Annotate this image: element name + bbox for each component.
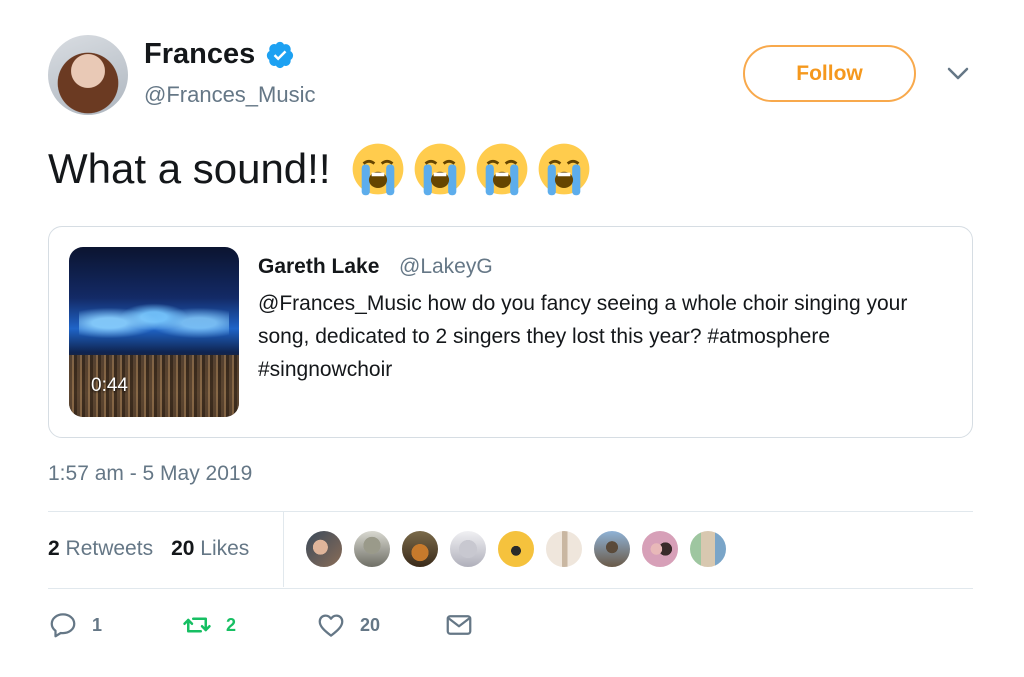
- retweets-label: Retweets: [65, 537, 154, 560]
- divider-vertical: [283, 512, 284, 587]
- author-name[interactable]: Frances: [144, 38, 255, 71]
- quoted-author-name[interactable]: Gareth Lake: [258, 255, 379, 279]
- liker-avatar[interactable]: [688, 529, 728, 569]
- liker-avatar[interactable]: [304, 529, 344, 569]
- quoted-tweet-video-thumbnail[interactable]: 0:44: [69, 247, 239, 417]
- retweet-count: 2: [226, 614, 237, 635]
- likes-count: 20: [171, 537, 195, 560]
- like-count: 20: [360, 614, 381, 635]
- retweets-stat[interactable]: 2 Retweets: [48, 537, 153, 561]
- loudly-crying-face-icon: [352, 143, 403, 196]
- tweet-timestamp[interactable]: 1:57 am - 5 May 2019: [48, 462, 252, 486]
- retweet-icon: [183, 617, 211, 633]
- loudly-crying-face-icon: [476, 143, 527, 196]
- tweet-text: What a sound!!: [48, 140, 593, 198]
- reply-icon: [50, 613, 76, 638]
- liker-avatar[interactable]: [640, 529, 680, 569]
- liker-avatar[interactable]: [592, 529, 632, 569]
- retweet-action[interactable]: 2: [182, 610, 236, 640]
- author-avatar[interactable]: [48, 35, 128, 115]
- heart-icon: [318, 614, 344, 637]
- liker-avatar[interactable]: [448, 529, 488, 569]
- quoted-tweet-card[interactable]: 0:44 Gareth Lake @LakeyG @Frances_Music …: [48, 226, 973, 438]
- divider-bottom: [48, 588, 973, 589]
- quoted-author-handle[interactable]: @LakeyG: [399, 255, 493, 279]
- liker-avatars: [304, 529, 728, 569]
- chevron-down-icon[interactable]: [946, 66, 970, 82]
- quoted-tweet-text: @Frances_Music how do you fancy seeing a…: [258, 292, 908, 381]
- likes-stat[interactable]: 20 Likes: [171, 537, 249, 561]
- reply-count: 1: [92, 614, 103, 635]
- video-duration: 0:44: [91, 375, 128, 396]
- direct-message-action[interactable]: [444, 610, 474, 640]
- liker-avatar[interactable]: [352, 529, 392, 569]
- loudly-crying-face-icon: [538, 143, 589, 196]
- author-handle[interactable]: @Frances_Music: [144, 82, 316, 108]
- liker-avatar[interactable]: [496, 529, 536, 569]
- liker-avatar[interactable]: [400, 529, 440, 569]
- emoji-row: [349, 140, 593, 198]
- stage-lights: [79, 287, 229, 347]
- reply-action[interactable]: 1: [48, 610, 102, 640]
- verified-badge-icon: [267, 41, 294, 68]
- like-action[interactable]: 20: [316, 610, 380, 640]
- envelope-icon: [446, 615, 472, 635]
- follow-button[interactable]: Follow: [743, 45, 916, 102]
- author-name-row[interactable]: Frances: [144, 38, 295, 71]
- liker-avatar[interactable]: [544, 529, 584, 569]
- divider-top: [48, 511, 973, 512]
- retweets-count: 2: [48, 537, 60, 560]
- likes-label: Likes: [200, 537, 250, 560]
- tweet-text-body: What a sound!!: [48, 145, 331, 192]
- tweet-stats: 2 Retweets 20 Likes: [48, 537, 249, 561]
- loudly-crying-face-icon: [414, 143, 465, 196]
